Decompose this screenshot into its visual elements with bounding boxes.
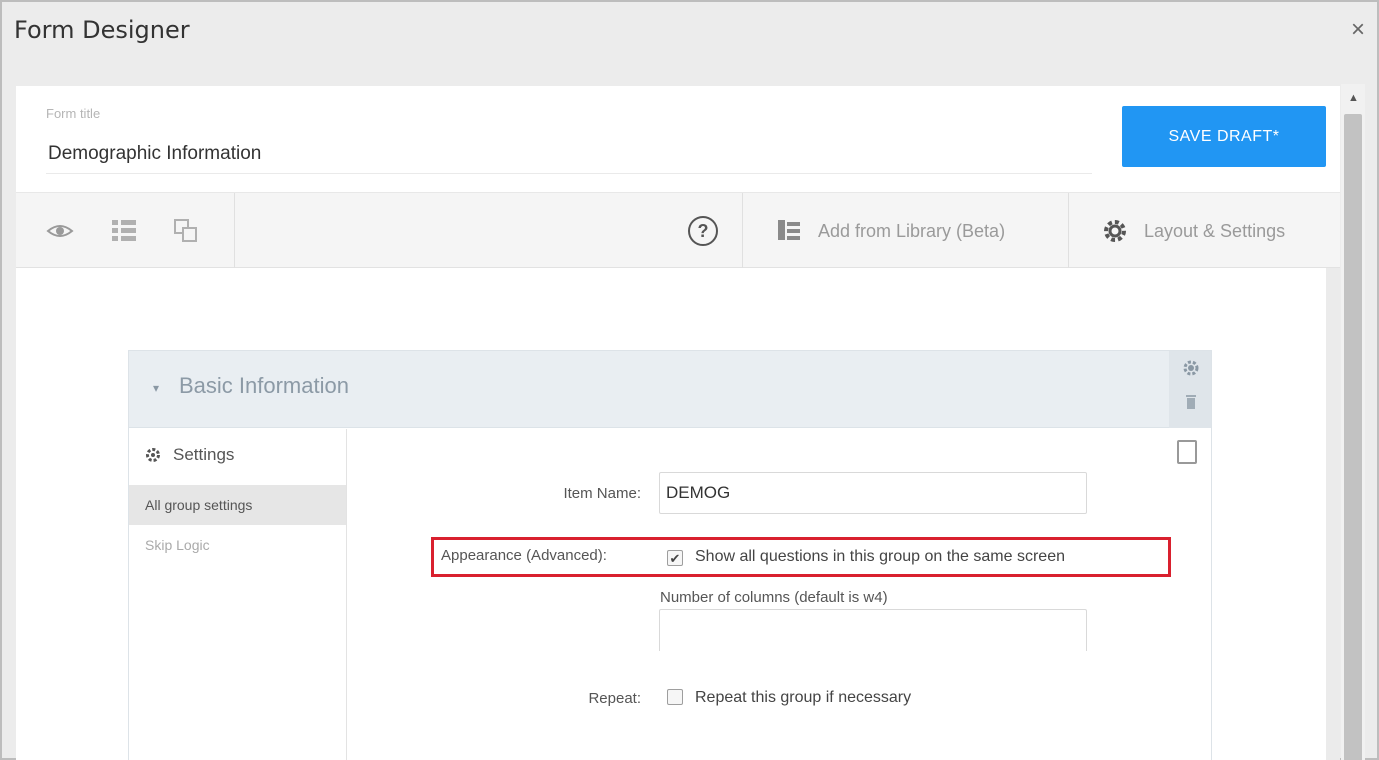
repeat-label: Repeat: [588,690,641,707]
collapse-caret-icon[interactable]: ▾ [153,381,159,395]
group-settings-sidebar: Settings All group settings Skip Logic [129,429,347,760]
designer-toolbar: ? Add from Library (Beta) Layout & Setti… [16,192,1340,269]
settings-heading-label: Settings [173,445,235,464]
group-settings-gear-icon[interactable] [1182,359,1200,377]
group-tools [1169,351,1211,428]
settings-heading: Settings [145,445,234,465]
appearance-label: Appearance (Advanced): [441,547,607,564]
scroll-up-icon[interactable]: ▲ [1348,92,1359,104]
window-title: Form Designer [14,16,190,44]
close-icon[interactable]: × [1351,18,1365,42]
canvas-scrollbar[interactable] [1326,268,1340,760]
question-group: ▾ Basic Information Settings All group s… [128,350,1212,760]
toolbar-divider [234,193,235,269]
duplicate-icon[interactable] [1177,440,1197,464]
eye-icon[interactable] [46,217,74,245]
gear-icon [1104,220,1126,242]
list-icon[interactable] [110,217,138,245]
group-title: Basic Information [179,373,349,398]
titlebar: Form Designer × [2,2,1377,64]
item-name-input[interactable] [659,472,1087,514]
toolbar-divider [1068,193,1069,269]
sidebar-item-skip-logic[interactable]: Skip Logic [129,525,346,565]
add-from-library-button[interactable]: Add from Library (Beta) [776,213,1005,249]
layout-settings-button[interactable]: Layout & Settings [1102,213,1285,249]
columns-input[interactable] [659,609,1087,651]
appearance-checkbox-label[interactable]: Show all questions in this group on the … [695,548,1065,566]
settings-gear-icon [146,448,160,462]
form-designer-window: Form Designer × Form title SAVE DRAFT* ?… [0,0,1379,760]
columns-hint: Number of columns (default is w4) [660,589,888,606]
form-title-label: Form title [46,106,101,121]
help-icon[interactable]: ? [688,216,718,246]
repeat-checkbox-label[interactable]: Repeat this group if necessary [695,689,911,707]
repeat-checkbox[interactable] [667,689,683,705]
library-icon [778,220,800,240]
form-header: Form title SAVE DRAFT* [16,86,1340,192]
scroll-thumb[interactable] [1344,114,1362,760]
form-title-input[interactable] [46,134,1092,174]
copy-icon[interactable] [172,217,200,245]
appearance-checkbox[interactable]: ✔ [667,550,683,566]
toolbar-divider [742,193,743,269]
window-scrollbar[interactable]: ▲ [1341,84,1365,760]
item-name-label: Item Name: [563,485,641,502]
add-from-library-label: Add from Library (Beta) [818,220,1006,241]
save-draft-button[interactable]: SAVE DRAFT* [1122,106,1326,167]
layout-settings-label: Layout & Settings [1144,220,1286,241]
delete-group-icon[interactable] [1182,393,1200,411]
sidebar-item-all-group-settings[interactable]: All group settings [129,485,346,525]
group-header[interactable]: ▾ Basic Information [129,351,1211,428]
